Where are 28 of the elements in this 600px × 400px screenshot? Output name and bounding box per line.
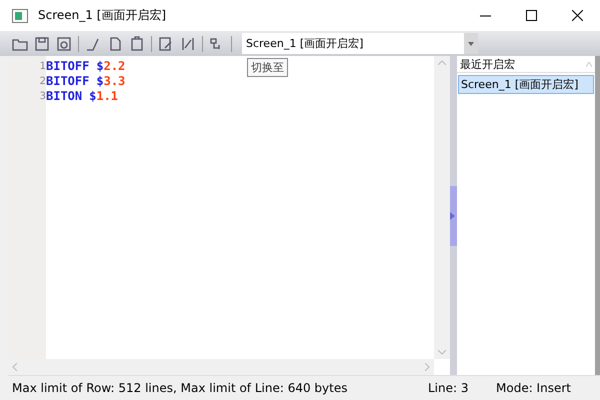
code-address: 1.1 [96,89,118,104]
code-sigil: $ [89,89,96,104]
splitter-grip[interactable] [450,186,457,246]
window-title: Screen_1 [画面开启宏] [38,7,168,24]
sort-icon [586,62,592,66]
code-keyword: BITON [46,89,82,104]
code-keyword: BITOFF [46,74,90,89]
code-address: 3.3 [104,74,126,89]
code-sigil: $ [96,74,104,89]
triangle-icon [450,212,455,220]
status-text: Max limit of Row: 512 lines, Max limit of Line: 640 bytes [11,381,348,395]
line-number: 2 [40,75,46,89]
tooltip: 切换至 [247,58,288,77]
line-indicator: Line: 3 [427,381,470,395]
macro-select[interactable]: Screen_1 [画面开启宏] [242,33,478,54]
caret-icon [468,42,474,46]
code-sigil: $ [96,59,104,74]
dropdown-button[interactable] [464,33,478,54]
recent-item[interactable]: Screen_1 [画面开启宏] [458,75,594,94]
column-header[interactable]: 最近开启宏 [457,56,595,73]
app-icon [12,8,28,22]
code-address: 2.2 [104,59,126,74]
line-number: 1 [40,60,46,74]
mode-indicator: Mode: Insert [495,381,572,395]
line-number: 3 [40,90,46,104]
maximize-icon [526,10,536,21]
code-keyword: BITOFF [46,59,90,74]
close-icon [572,10,582,21]
